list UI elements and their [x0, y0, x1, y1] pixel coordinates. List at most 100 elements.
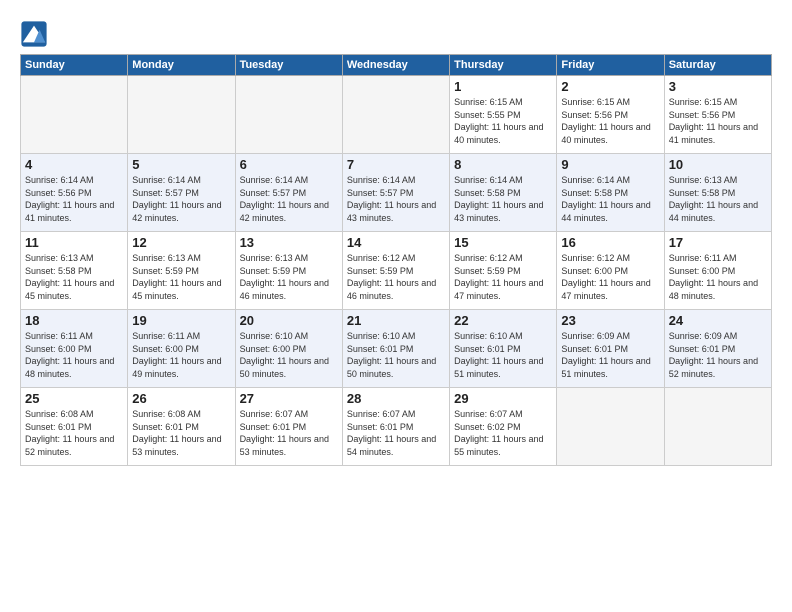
calendar-cell: 25 Sunrise: 6:08 AMSunset: 6:01 PMDayligh…: [21, 388, 128, 466]
day-number: 8: [454, 157, 552, 172]
day-info: Sunrise: 6:10 AMSunset: 6:01 PMDaylight:…: [454, 330, 552, 380]
calendar-week: 25 Sunrise: 6:08 AMSunset: 6:01 PMDayligh…: [21, 388, 772, 466]
calendar-cell: [664, 388, 771, 466]
day-number: 12: [132, 235, 230, 250]
calendar-cell: 14 Sunrise: 6:12 AMSunset: 5:59 PMDayligh…: [342, 232, 449, 310]
day-info: Sunrise: 6:12 AMSunset: 6:00 PMDaylight:…: [561, 252, 659, 302]
calendar-cell: 20 Sunrise: 6:10 AMSunset: 6:00 PMDayligh…: [235, 310, 342, 388]
calendar-cell: 5 Sunrise: 6:14 AMSunset: 5:57 PMDaylight…: [128, 154, 235, 232]
day-info: Sunrise: 6:14 AMSunset: 5:57 PMDaylight:…: [132, 174, 230, 224]
calendar-week: 4 Sunrise: 6:14 AMSunset: 5:56 PMDaylight…: [21, 154, 772, 232]
calendar-cell: 22 Sunrise: 6:10 AMSunset: 6:01 PMDayligh…: [450, 310, 557, 388]
calendar-cell: 18 Sunrise: 6:11 AMSunset: 6:00 PMDayligh…: [21, 310, 128, 388]
calendar-cell: [21, 76, 128, 154]
calendar-cell: 11Sunrise: 6:13 AMSunset: 5:58 PMDayligh…: [21, 232, 128, 310]
header-row: SundayMondayTuesdayWednesdayThursdayFrid…: [21, 55, 772, 76]
day-info: Sunrise: 6:14 AMSunset: 5:58 PMDaylight:…: [454, 174, 552, 224]
day-info: Sunrise: 6:08 AMSunset: 6:01 PMDaylight:…: [25, 408, 123, 458]
day-number: 24: [669, 313, 767, 328]
weekday-header: Friday: [557, 55, 664, 76]
day-number: 4: [25, 157, 123, 172]
day-number: 10: [669, 157, 767, 172]
day-info: Sunrise: 6:15 AMSunset: 5:55 PMDaylight:…: [454, 96, 552, 146]
weekday-header: Monday: [128, 55, 235, 76]
day-number: 11: [25, 235, 123, 250]
day-number: 2: [561, 79, 659, 94]
calendar-cell: 4 Sunrise: 6:14 AMSunset: 5:56 PMDaylight…: [21, 154, 128, 232]
day-number: 15: [454, 235, 552, 250]
weekday-header: Wednesday: [342, 55, 449, 76]
day-info: Sunrise: 6:15 AMSunset: 5:56 PMDaylight:…: [561, 96, 659, 146]
calendar-cell: 15 Sunrise: 6:12 AMSunset: 5:59 PMDayligh…: [450, 232, 557, 310]
day-info: Sunrise: 6:11 AMSunset: 6:00 PMDaylight:…: [669, 252, 767, 302]
day-info: Sunrise: 6:14 AMSunset: 5:58 PMDaylight:…: [561, 174, 659, 224]
calendar-cell: 3 Sunrise: 6:15 AMSunset: 5:56 PMDaylight…: [664, 76, 771, 154]
day-number: 1: [454, 79, 552, 94]
day-info: Sunrise: 6:13 AMSunset: 5:58 PMDaylight:…: [669, 174, 767, 224]
calendar-cell: [342, 76, 449, 154]
calendar-cell: 26 Sunrise: 6:08 AMSunset: 6:01 PMDayligh…: [128, 388, 235, 466]
day-number: 28: [347, 391, 445, 406]
day-number: 25: [25, 391, 123, 406]
calendar-cell: 17Sunrise: 6:11 AMSunset: 6:00 PMDayligh…: [664, 232, 771, 310]
day-number: 18: [25, 313, 123, 328]
header: [20, 16, 772, 48]
day-info: Sunrise: 6:11 AMSunset: 6:00 PMDaylight:…: [132, 330, 230, 380]
calendar-cell: 6Sunrise: 6:14 AMSunset: 5:57 PMDaylight…: [235, 154, 342, 232]
day-number: 20: [240, 313, 338, 328]
day-info: Sunrise: 6:07 AMSunset: 6:02 PMDaylight:…: [454, 408, 552, 458]
calendar-cell: 16 Sunrise: 6:12 AMSunset: 6:00 PMDayligh…: [557, 232, 664, 310]
day-number: 26: [132, 391, 230, 406]
day-number: 21: [347, 313, 445, 328]
day-number: 29: [454, 391, 552, 406]
calendar-cell: 8 Sunrise: 6:14 AMSunset: 5:58 PMDaylight…: [450, 154, 557, 232]
weekday-header: Thursday: [450, 55, 557, 76]
day-info: Sunrise: 6:10 AMSunset: 6:01 PMDaylight:…: [347, 330, 445, 380]
calendar-week: 1 Sunrise: 6:15 AMSunset: 5:55 PMDaylight…: [21, 76, 772, 154]
day-info: Sunrise: 6:12 AMSunset: 5:59 PMDaylight:…: [454, 252, 552, 302]
day-number: 19: [132, 313, 230, 328]
page: SundayMondayTuesdayWednesdayThursdayFrid…: [0, 0, 792, 612]
calendar-cell: [557, 388, 664, 466]
calendar-cell: 10 Sunrise: 6:13 AMSunset: 5:58 PMDayligh…: [664, 154, 771, 232]
calendar-cell: 1 Sunrise: 6:15 AMSunset: 5:55 PMDaylight…: [450, 76, 557, 154]
day-number: 16: [561, 235, 659, 250]
calendar-cell: 21 Sunrise: 6:10 AMSunset: 6:01 PMDayligh…: [342, 310, 449, 388]
day-number: 13: [240, 235, 338, 250]
calendar-cell: 13Sunrise: 6:13 AMSunset: 5:59 PMDayligh…: [235, 232, 342, 310]
calendar-cell: 27 Sunrise: 6:07 AMSunset: 6:01 PMDayligh…: [235, 388, 342, 466]
day-number: 14: [347, 235, 445, 250]
calendar-cell: [235, 76, 342, 154]
logo-icon: [20, 20, 48, 48]
calendar-cell: 2 Sunrise: 6:15 AMSunset: 5:56 PMDaylight…: [557, 76, 664, 154]
weekday-header: Tuesday: [235, 55, 342, 76]
day-info: Sunrise: 6:08 AMSunset: 6:01 PMDaylight:…: [132, 408, 230, 458]
calendar-cell: 19 Sunrise: 6:11 AMSunset: 6:00 PMDayligh…: [128, 310, 235, 388]
weekday-header: Saturday: [664, 55, 771, 76]
day-number: 27: [240, 391, 338, 406]
logo: [20, 20, 50, 48]
day-info: Sunrise: 6:11 AMSunset: 6:00 PMDaylight:…: [25, 330, 123, 380]
day-info: Sunrise: 6:15 AMSunset: 5:56 PMDaylight:…: [669, 96, 767, 146]
day-number: 23: [561, 313, 659, 328]
day-info: Sunrise: 6:14 AMSunset: 5:57 PMDaylight:…: [240, 174, 338, 224]
day-info: Sunrise: 6:07 AMSunset: 6:01 PMDaylight:…: [347, 408, 445, 458]
calendar-cell: [128, 76, 235, 154]
day-info: Sunrise: 6:14 AMSunset: 5:56 PMDaylight:…: [25, 174, 123, 224]
day-info: Sunrise: 6:14 AMSunset: 5:57 PMDaylight:…: [347, 174, 445, 224]
calendar-cell: 29 Sunrise: 6:07 AMSunset: 6:02 PMDayligh…: [450, 388, 557, 466]
day-number: 22: [454, 313, 552, 328]
day-info: Sunrise: 6:10 AMSunset: 6:00 PMDaylight:…: [240, 330, 338, 380]
day-info: Sunrise: 6:09 AMSunset: 6:01 PMDaylight:…: [669, 330, 767, 380]
day-info: Sunrise: 6:12 AMSunset: 5:59 PMDaylight:…: [347, 252, 445, 302]
day-number: 3: [669, 79, 767, 94]
calendar-cell: 28 Sunrise: 6:07 AMSunset: 6:01 PMDayligh…: [342, 388, 449, 466]
calendar-table: SundayMondayTuesdayWednesdayThursdayFrid…: [20, 54, 772, 466]
day-info: Sunrise: 6:09 AMSunset: 6:01 PMDaylight:…: [561, 330, 659, 380]
day-number: 9: [561, 157, 659, 172]
day-number: 5: [132, 157, 230, 172]
calendar-week: 18 Sunrise: 6:11 AMSunset: 6:00 PMDayligh…: [21, 310, 772, 388]
day-info: Sunrise: 6:07 AMSunset: 6:01 PMDaylight:…: [240, 408, 338, 458]
calendar-cell: 9 Sunrise: 6:14 AMSunset: 5:58 PMDaylight…: [557, 154, 664, 232]
weekday-header: Sunday: [21, 55, 128, 76]
